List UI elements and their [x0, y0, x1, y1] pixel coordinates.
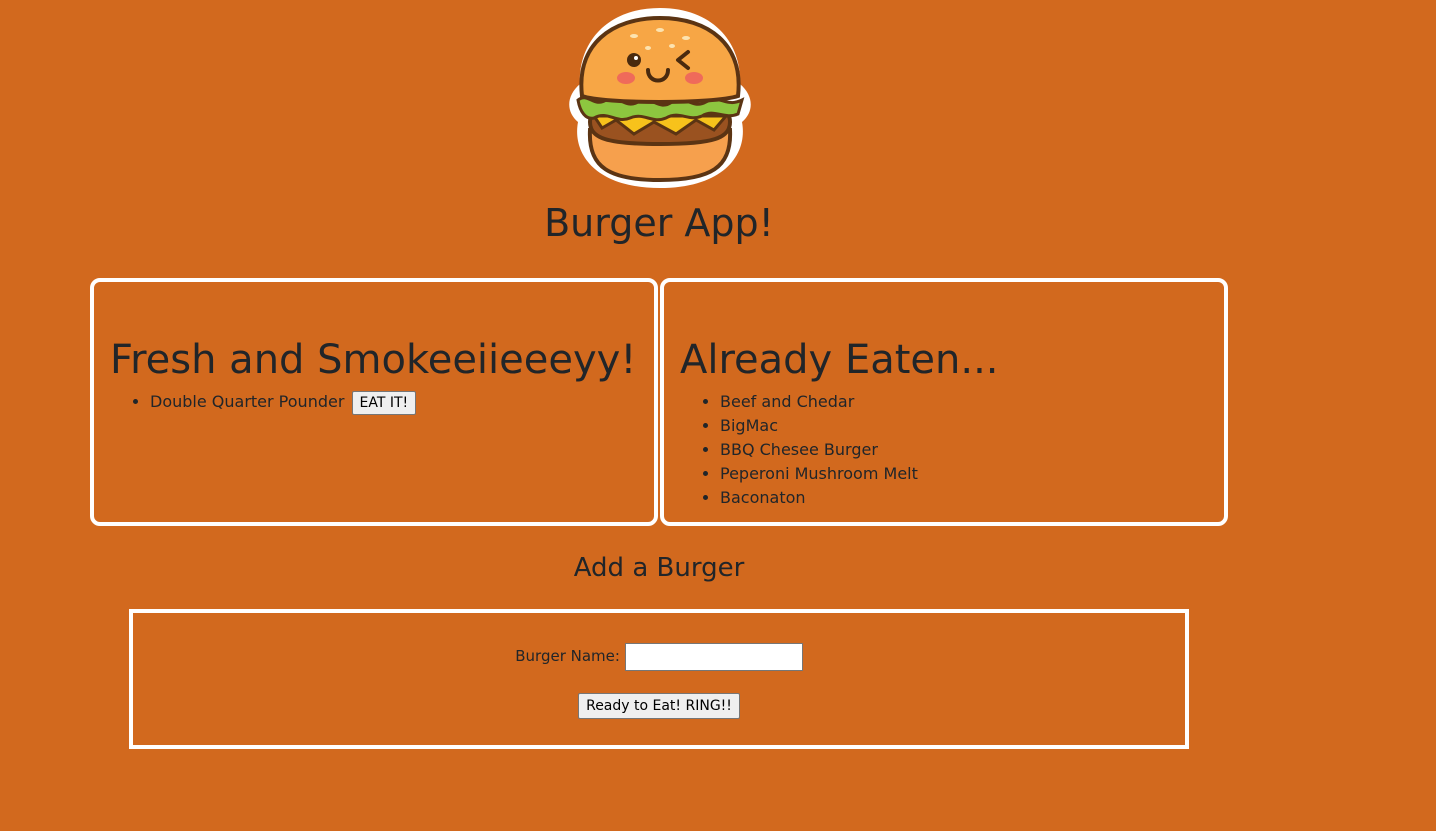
burger-name: Double Quarter Pounder — [150, 392, 345, 411]
eat-it-button[interactable]: EAT IT! — [351, 390, 417, 415]
fresh-burgers-list: Double Quarter Pounder EAT IT! — [110, 388, 417, 416]
burger-mascot-icon — [564, 4, 756, 190]
burger-name-input[interactable] — [624, 642, 803, 671]
submit-row: Ready to Eat! RING!! — [133, 693, 1185, 719]
list-item: Peperoni Mushroom Melt — [720, 462, 918, 486]
list-item: Baconaton — [720, 486, 918, 510]
eaten-burgers-list: Beef and Chedar BigMac BBQ Chesee Burger… — [680, 390, 918, 510]
list-item: BigMac — [720, 414, 918, 438]
eaten-burgers-heading: Already Eaten... — [680, 337, 999, 383]
fresh-burgers-panel: Fresh and Smokeeiieeeyy! Double Quarter … — [90, 278, 658, 526]
eaten-burgers-panel: Already Eaten... Beef and Chedar BigMac … — [660, 278, 1228, 526]
submit-burger-button[interactable]: Ready to Eat! RING!! — [578, 693, 740, 719]
list-item: BBQ Chesee Burger — [720, 438, 918, 462]
list-item: Double Quarter Pounder EAT IT! — [150, 388, 417, 416]
page-title: Burger App! — [544, 201, 774, 245]
add-burger-heading: Add a Burger — [573, 553, 745, 583]
add-burger-form: Burger Name: Ready to Eat! RING!! — [129, 609, 1189, 749]
list-item: Beef and Chedar — [720, 390, 918, 414]
burger-name-label: Burger Name: — [515, 647, 620, 665]
burger-name-row: Burger Name: — [133, 641, 1185, 671]
fresh-burgers-heading: Fresh and Smokeeiieeeyy! — [110, 337, 637, 383]
